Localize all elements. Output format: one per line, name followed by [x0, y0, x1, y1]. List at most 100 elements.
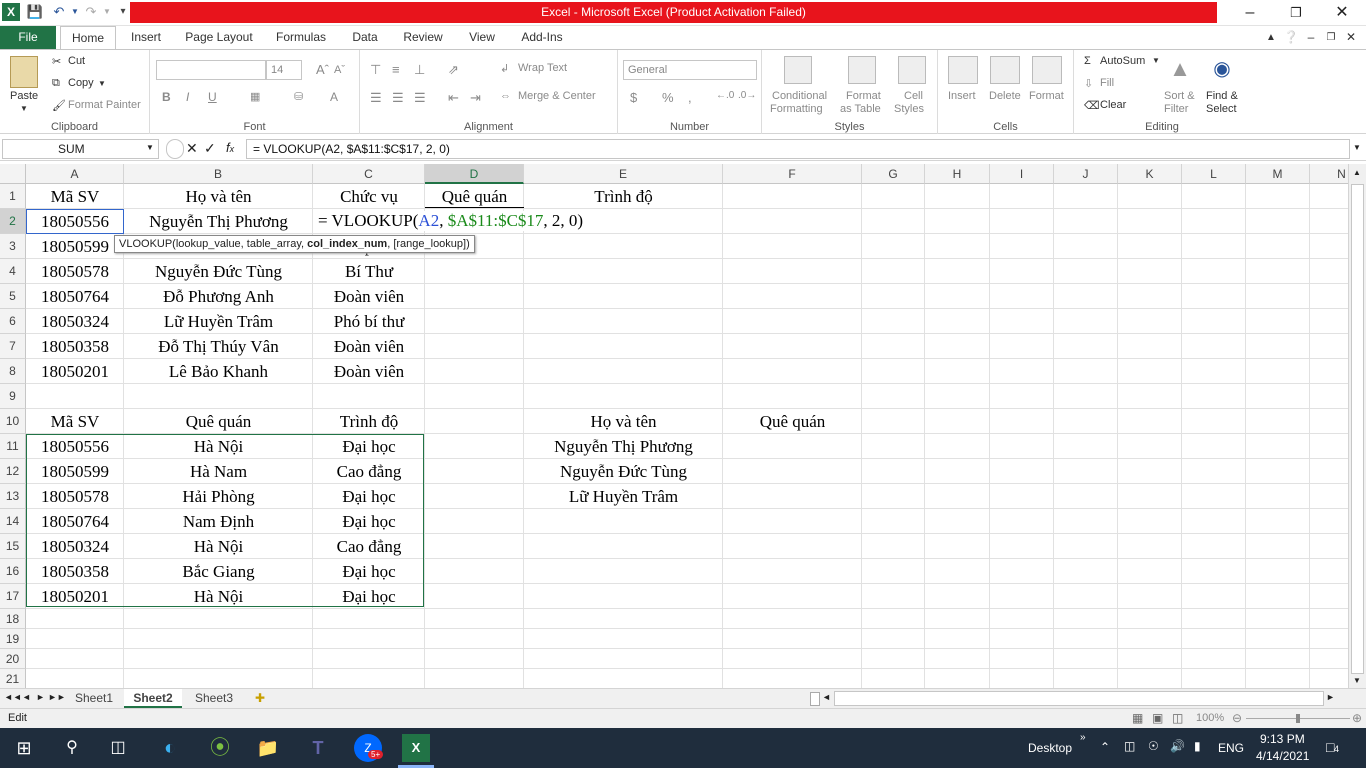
cell-header-a1[interactable]: Mã SV: [26, 187, 124, 207]
vertical-scrollbar[interactable]: ▲ ▼: [1348, 164, 1366, 688]
binoculars-icon[interactable]: ◉: [1208, 56, 1236, 84]
zoom-out-icon[interactable]: ⊖: [1232, 711, 1242, 725]
align-middle-icon[interactable]: ≡: [392, 62, 400, 77]
row-header-21[interactable]: 21: [0, 669, 26, 688]
cell-header-e10[interactable]: Họ và tên: [524, 412, 723, 432]
tab-file[interactable]: File: [0, 26, 56, 49]
cut-icon[interactable]: ✂: [52, 55, 61, 68]
increase-indent-icon[interactable]: ⇥: [470, 90, 481, 106]
coccoc-browser-icon[interactable]: ⦿: [206, 734, 234, 762]
autosum-icon[interactable]: Σ: [1084, 55, 1091, 67]
autosum-button[interactable]: AutoSum: [1100, 55, 1145, 67]
conditional-formatting-label-1[interactable]: Conditional: [772, 90, 827, 102]
tab-review[interactable]: Review: [396, 26, 450, 49]
wrap-text-button[interactable]: Wrap Text: [518, 62, 567, 74]
cell-header-b1[interactable]: Họ và tên: [124, 187, 313, 207]
cell-header-c1[interactable]: Chức vụ: [313, 187, 425, 207]
find-select-label-1[interactable]: Find &: [1206, 90, 1238, 102]
select-all-corner[interactable]: [0, 164, 26, 184]
cut-button[interactable]: Cut: [68, 55, 85, 67]
row-header-2[interactable]: 2: [0, 209, 26, 234]
cell-c5[interactable]: Đoàn viên: [313, 287, 425, 307]
column-header-e[interactable]: E: [524, 164, 723, 184]
excel-app-icon[interactable]: X: [2, 3, 20, 21]
grow-font-icon[interactable]: Aˆ: [316, 62, 329, 77]
row-header-17[interactable]: 17: [0, 584, 26, 609]
wrap-text-icon[interactable]: ↲: [500, 62, 509, 75]
format-as-table-icon[interactable]: [848, 56, 876, 84]
bold-button[interactable]: B: [162, 90, 171, 104]
copy-icon[interactable]: ⧉: [52, 77, 60, 90]
row-header-15[interactable]: 15: [0, 534, 26, 559]
tab-home[interactable]: Home: [60, 26, 116, 50]
cell-c7[interactable]: Đoàn viên: [313, 337, 425, 357]
prev-sheet-icon[interactable]: ◄: [22, 692, 31, 702]
worksheet-grid[interactable]: ABCDEFGHIJKLMN 1 2 3 4 5 6 7 8 9 10 11 12 13 14 15 16 17…: [0, 164, 1348, 688]
row-header-10[interactable]: 10: [0, 409, 26, 434]
tab-add-ins[interactable]: Add-Ins: [514, 26, 570, 49]
scroll-up-icon[interactable]: ▲: [1353, 168, 1361, 177]
task-view-icon[interactable]: ◫: [104, 734, 132, 762]
search-icon[interactable]: ⚲: [58, 734, 86, 762]
save-icon[interactable]: 💾: [26, 3, 44, 21]
cell-b8[interactable]: Lê Bảo Khanh: [124, 362, 313, 382]
column-header-d[interactable]: D: [425, 164, 524, 184]
cancel-icon[interactable]: ✕: [186, 140, 198, 157]
minimize-icon[interactable]: –: [1227, 0, 1273, 26]
decrease-indent-icon[interactable]: ⇤: [448, 90, 459, 106]
cell-styles-label-1[interactable]: Cell: [904, 90, 923, 102]
cell-e12[interactable]: Nguyễn Đức Tùng: [524, 462, 723, 482]
last-sheet-icon[interactable]: ►►: [48, 692, 66, 702]
tooltip-current-arg[interactable]: col_index_num: [307, 238, 387, 250]
cell-a7[interactable]: 18050358: [26, 337, 124, 357]
row-header-12[interactable]: 12: [0, 459, 26, 484]
tooltip-signature-end[interactable]: , [range_lookup]): [387, 238, 470, 250]
increase-decimal-icon[interactable]: ←.0: [716, 90, 734, 101]
formula-bar-toggle[interactable]: [166, 139, 184, 159]
paste-icon[interactable]: [10, 56, 38, 88]
cell-c4[interactable]: Bí Thư: [313, 262, 425, 282]
comma-button[interactable]: ,: [688, 90, 692, 105]
cell-header-c10[interactable]: Trình độ: [313, 412, 425, 432]
shrink-font-icon[interactable]: Aˇ: [334, 64, 345, 76]
cell-b2[interactable]: Nguyễn Thị Phương: [124, 212, 313, 232]
column-header-m[interactable]: M: [1246, 164, 1310, 184]
device-icon[interactable]: ◫: [1124, 739, 1135, 753]
sort-filter-label-2[interactable]: Filter: [1164, 103, 1188, 115]
column-header-c[interactable]: C: [313, 164, 425, 184]
toolbar-expand-icon[interactable]: »: [1080, 732, 1086, 743]
percent-button[interactable]: %: [662, 90, 674, 105]
row-header-13[interactable]: 13: [0, 484, 26, 509]
zoom-slider-thumb[interactable]: [1296, 714, 1300, 723]
name-box[interactable]: SUM: [2, 139, 159, 159]
close-icon[interactable]: ✕: [1319, 0, 1365, 26]
column-header-b[interactable]: B: [124, 164, 313, 184]
row-header-11[interactable]: 11: [0, 434, 26, 459]
row-header-14[interactable]: 14: [0, 509, 26, 534]
row-header-9[interactable]: 9: [0, 384, 26, 409]
cell-header-a10[interactable]: Mã SV: [26, 412, 124, 432]
format-as-table-label-1[interactable]: Format: [846, 90, 881, 102]
column-header-l[interactable]: L: [1182, 164, 1246, 184]
clock-date[interactable]: 4/14/2021: [1256, 749, 1309, 763]
row-header-8[interactable]: 8: [0, 359, 26, 384]
font-size-select[interactable]: 14: [266, 60, 302, 80]
file-explorer-icon[interactable]: 📁: [254, 734, 282, 762]
paste-button[interactable]: Paste: [10, 90, 38, 102]
column-header-i[interactable]: I: [990, 164, 1054, 184]
cell-header-b10[interactable]: Quê quán: [124, 412, 313, 432]
help-icon[interactable]: ❔: [1282, 26, 1300, 49]
cell-c6[interactable]: Phó bí thư: [313, 312, 425, 332]
font-color-icon[interactable]: A: [330, 90, 338, 104]
wifi-icon[interactable]: ☉: [1148, 739, 1159, 753]
copy-button[interactable]: Copy: [68, 77, 94, 89]
insert-cells-button[interactable]: Insert: [948, 90, 976, 102]
font-name-select[interactable]: [156, 60, 266, 80]
excel-taskbar-icon[interactable]: X: [402, 734, 430, 762]
cell-b4[interactable]: Nguyễn Đức Tùng: [124, 262, 313, 282]
underline-button[interactable]: U: [208, 90, 217, 104]
orientation-icon[interactable]: ⇗: [448, 62, 459, 78]
doc-restore-icon[interactable]: ❐: [1322, 26, 1340, 49]
format-cells-icon[interactable]: [1032, 56, 1062, 84]
cell-e13[interactable]: Lữ Huyền Trâm: [524, 487, 723, 507]
